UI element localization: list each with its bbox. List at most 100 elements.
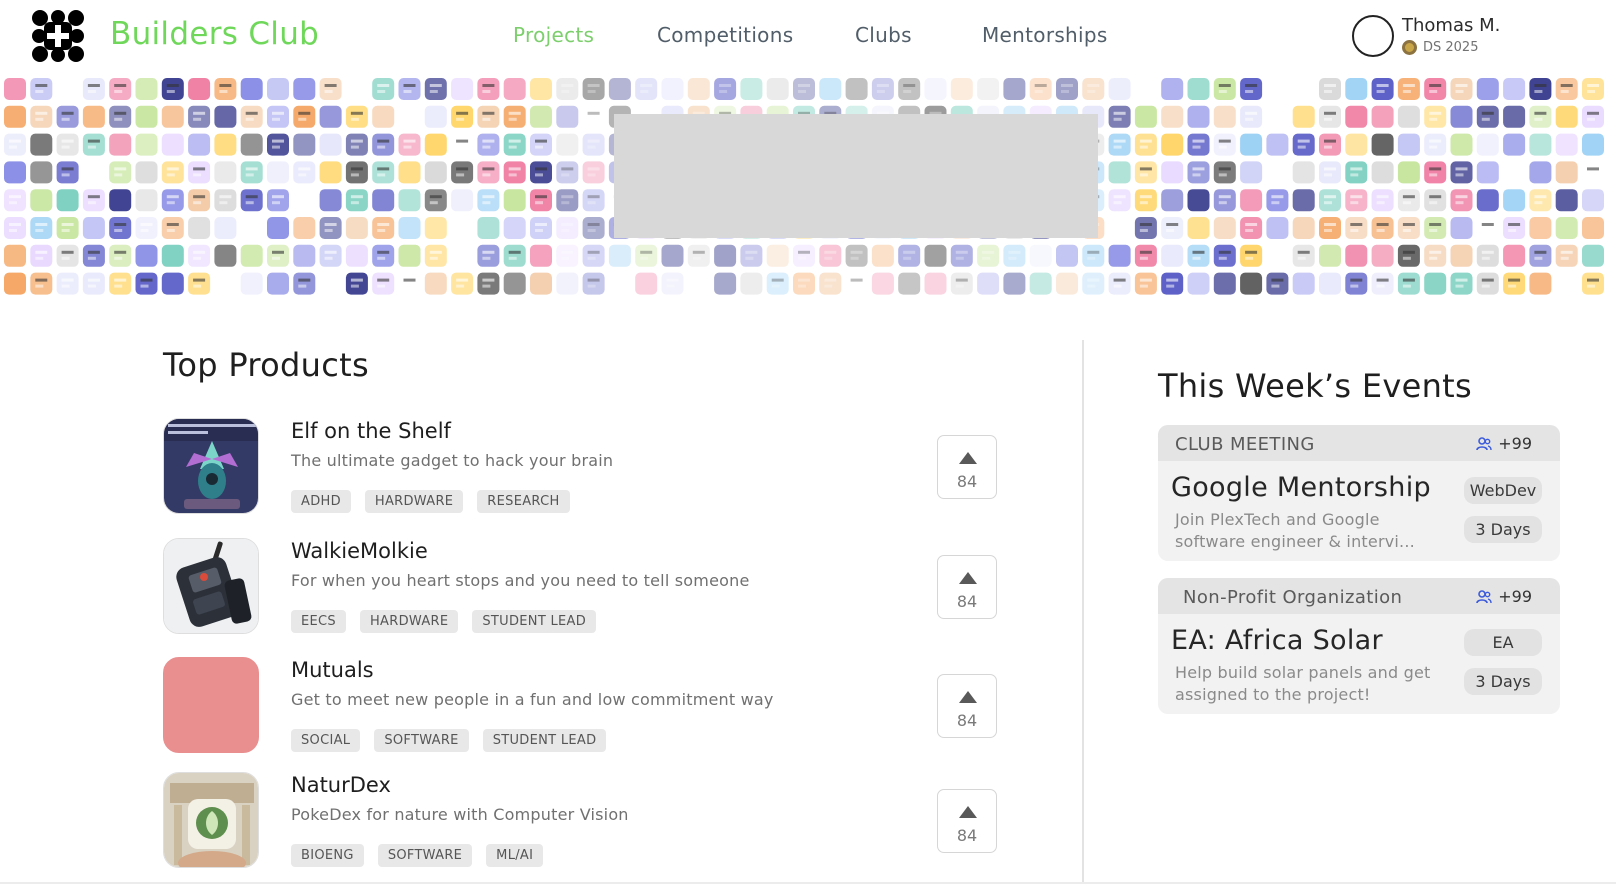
app-tile-icon <box>56 161 79 184</box>
app-tile-icon <box>582 272 605 295</box>
app-tile-icon <box>530 272 552 295</box>
nav-competitions[interactable]: Competitions <box>657 23 793 47</box>
app-tile-glyph <box>193 278 206 282</box>
product-card[interactable]: Mutuals Get to meet new people in a fun … <box>163 657 1003 757</box>
product-tag[interactable]: EECS <box>291 610 346 633</box>
app-tile-icon <box>1345 105 1368 128</box>
app-tile-glyph <box>298 117 307 121</box>
app-tile-icon <box>1240 272 1263 295</box>
app-tile-icon <box>977 272 1000 295</box>
app-tile-glyph <box>272 111 284 115</box>
nav-mentorships[interactable]: Mentorships <box>982 23 1108 47</box>
app-tile-icon <box>1213 105 1236 128</box>
app-tile-icon <box>188 272 211 295</box>
nav-clubs[interactable]: Clubs <box>855 23 912 47</box>
app-tile-icon <box>1397 189 1420 212</box>
builders-club-logo-icon[interactable] <box>30 8 86 64</box>
product-tags: ADHD HARDWARE RESEARCH <box>291 490 570 513</box>
product-card[interactable]: WalkieMolkie For when you heart stops an… <box>163 538 1003 638</box>
product-name[interactable]: Mutuals <box>291 658 374 682</box>
app-tile-glyph <box>1324 229 1332 232</box>
product-tag[interactable]: SOCIAL <box>291 729 361 752</box>
nav-projects[interactable]: Projects <box>513 23 594 47</box>
app-tile-icon <box>477 244 500 267</box>
product-tag[interactable]: HARDWARE <box>364 490 464 513</box>
app-tile-glyph <box>1429 111 1442 115</box>
app-tile-icon <box>1582 189 1604 212</box>
app-tile-glyph <box>403 145 412 149</box>
app-tile-glyph <box>114 256 123 260</box>
event-title[interactable]: EA: Africa Solar <box>1171 625 1383 656</box>
app-tile-icon <box>1003 244 1026 267</box>
upvote-button[interactable]: 84 <box>937 789 997 853</box>
upvote-button[interactable]: 84 <box>937 674 997 738</box>
user-name[interactable]: Thomas M. <box>1402 15 1500 36</box>
app-tile-icon <box>188 161 211 184</box>
app-tile-icon <box>1397 272 1420 295</box>
app-tile-glyph <box>850 284 859 288</box>
app-tile-glyph <box>1192 167 1205 171</box>
event-title[interactable]: Google Mentorship <box>1171 472 1431 503</box>
app-tile-icon <box>1371 105 1394 128</box>
product-thumbnail[interactable] <box>163 772 259 868</box>
app-tile-glyph <box>219 84 232 87</box>
product-tag[interactable]: STUDENT LEAD <box>472 610 597 633</box>
app-tile-icon <box>30 244 53 267</box>
app-tile-icon <box>1424 272 1447 295</box>
app-tile-icon <box>1266 272 1289 295</box>
app-tile-icon <box>1555 105 1578 128</box>
app-tile-glyph <box>166 201 175 205</box>
app-tile-icon <box>477 78 500 100</box>
product-tag[interactable]: STUDENT LEAD <box>482 729 607 752</box>
product-thumbnail[interactable] <box>163 538 259 634</box>
product-tag[interactable]: HARDWARE <box>359 610 459 633</box>
product-tag[interactable]: RESEARCH <box>477 490 570 513</box>
app-tile-glyph <box>561 256 570 260</box>
app-tile-glyph <box>508 256 517 260</box>
app-tile-glyph <box>245 167 258 171</box>
app-tile-glyph <box>456 167 469 171</box>
app-tile-glyph <box>61 139 74 143</box>
app-tile-icon <box>1345 272 1368 295</box>
product-card[interactable]: NaturDex PokeDex for nature with Compute… <box>163 772 1003 872</box>
event-tag-pill[interactable]: EA <box>1464 629 1542 656</box>
app-tile-glyph <box>719 90 728 93</box>
app-tile-icon <box>267 189 289 212</box>
app-tile-icon <box>1187 244 1210 267</box>
upvote-button[interactable]: 84 <box>937 435 997 499</box>
event-card[interactable]: Non-Profit Organization +99 EA: Africa S… <box>1158 578 1560 714</box>
event-card[interactable]: CLUB MEETING +99 Google Mentorship Join … <box>1158 425 1560 561</box>
product-name[interactable]: WalkieMolkie <box>291 539 428 563</box>
brand-name[interactable]: Builders Club <box>110 16 319 52</box>
app-tile-icon <box>4 189 26 212</box>
product-name[interactable]: NaturDex <box>291 773 391 797</box>
product-tag[interactable]: ML/AI <box>486 844 544 867</box>
app-tile-glyph <box>193 250 206 254</box>
product-tag[interactable]: SOFTWARE <box>374 729 469 752</box>
app-tile-glyph <box>1139 173 1148 177</box>
app-tile-glyph <box>272 117 280 121</box>
product-tag[interactable]: ADHD <box>291 490 351 513</box>
app-tile-glyph <box>114 250 127 254</box>
product-name[interactable]: Elf on the Shelf <box>291 419 451 443</box>
event-tag-pill[interactable]: WebDev <box>1464 477 1542 504</box>
app-tile-glyph <box>1297 256 1306 260</box>
app-tile-icon <box>1187 272 1210 295</box>
app-tile-glyph <box>745 256 754 260</box>
app-tile-glyph <box>798 84 810 87</box>
product-thumbnail[interactable] <box>163 657 259 753</box>
product-tag[interactable]: BIOENG <box>291 844 364 867</box>
avatar[interactable] <box>1352 15 1394 57</box>
app-tile-glyph <box>114 173 123 177</box>
app-tile-glyph <box>1139 250 1152 254</box>
product-tag[interactable]: SOFTWARE <box>377 844 473 867</box>
app-tile-icon <box>1476 78 1499 100</box>
app-tile-icon <box>477 133 500 156</box>
app-tile-glyph <box>1587 284 1595 288</box>
app-tile-glyph <box>1297 90 1306 93</box>
app-tile-glyph <box>1481 256 1490 260</box>
app-tile-glyph <box>1587 173 1595 177</box>
upvote-button[interactable]: 84 <box>937 555 997 619</box>
product-card[interactable]: Elf on the Shelf The ultimate gadget to … <box>163 418 1003 518</box>
product-thumbnail[interactable] <box>163 418 259 514</box>
